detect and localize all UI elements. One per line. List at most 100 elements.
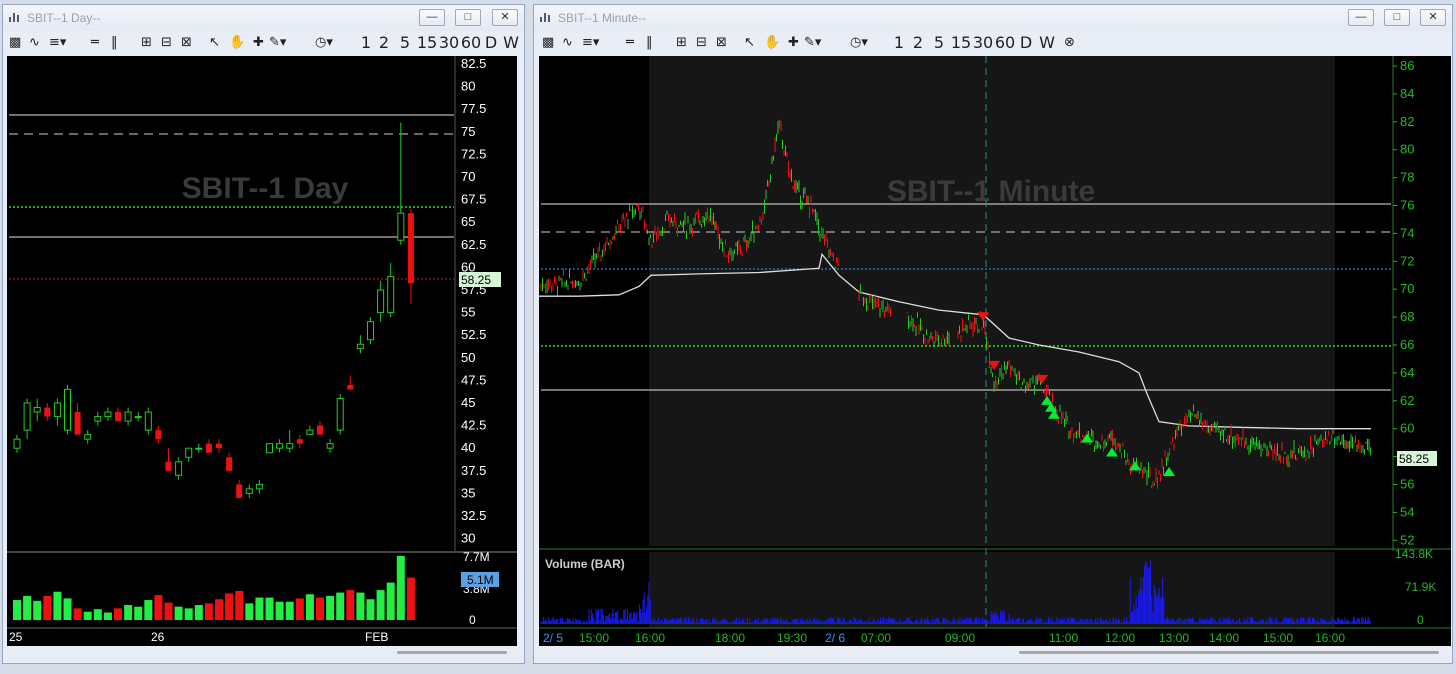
clock-icon[interactable]: ◷▾ <box>315 34 333 52</box>
period-60[interactable]: 60 <box>994 34 1016 52</box>
close-circle-icon[interactable]: ⊗ <box>1064 34 1075 52</box>
bar-chart-style-icon[interactable]: ▩ <box>542 34 554 52</box>
candle-body <box>134 416 142 419</box>
bar-chart-style-icon[interactable]: ▩ <box>9 34 21 52</box>
minute-price-chart[interactable]: SBIT--1 Minute 86 84 82 80 78 76 74 72 70 68 66 64 6… <box>539 56 1451 646</box>
period-1[interactable]: 1 <box>892 34 906 52</box>
pointer-icon[interactable]: ↖ <box>744 34 755 52</box>
volume-bar <box>144 600 153 620</box>
left-window-title: SBIT--1 Day-- <box>27 11 101 25</box>
indicator-icon[interactable]: ≡▾ <box>49 34 66 52</box>
period-15[interactable]: 15 <box>416 34 438 52</box>
close-icon[interactable]: ✕ <box>1420 9 1446 26</box>
left-axis-tick: 45 <box>461 395 475 410</box>
vertical-line-icon[interactable]: ‖ <box>111 34 118 52</box>
zoom-icon[interactable]: ⊠ <box>716 34 727 52</box>
volume-bar <box>103 612 112 620</box>
zoom-in-icon[interactable]: ⊞ <box>676 34 687 52</box>
pencil-icon[interactable]: ✎▾ <box>269 34 286 52</box>
candle-body <box>144 411 152 431</box>
candle-body <box>124 411 132 422</box>
left-axis-tick: 77.5 <box>461 101 486 116</box>
hand-icon[interactable]: ✋ <box>764 34 780 52</box>
period-w[interactable]: W <box>1038 34 1056 52</box>
pencil-icon[interactable]: ✎▾ <box>804 34 821 52</box>
volume-bar <box>295 598 304 620</box>
right-axis-tick: 54 <box>1400 504 1414 519</box>
period-5[interactable]: 5 <box>932 34 946 52</box>
left-axis-tick: 82.5 <box>461 56 486 71</box>
right-titlebar[interactable]: SBIT--1 Minute-- — □ ✕ <box>534 5 1452 31</box>
candle-body <box>236 484 243 498</box>
candle-body <box>53 402 61 418</box>
period-2[interactable]: 2 <box>911 34 925 52</box>
left-titlebar[interactable]: SBIT--1 Day-- — □ ✕ <box>3 5 524 31</box>
right-window-title: SBIT--1 Minute-- <box>558 11 647 25</box>
left-axis-tick: 67.5 <box>461 192 486 207</box>
time-label: 15:00 <box>579 631 609 645</box>
right-axis-tick: 52 <box>1400 532 1414 547</box>
right-axis-tick: 86 <box>1400 58 1414 73</box>
period-d[interactable]: D <box>1018 34 1034 52</box>
period-30[interactable]: 30 <box>972 34 994 52</box>
right-scroll-thumb[interactable] <box>1019 651 1439 654</box>
period-2[interactable]: 2 <box>377 34 391 52</box>
line-style-icon[interactable]: ∿ <box>29 34 40 52</box>
time-label: 12:00 <box>1105 631 1135 645</box>
candle-body <box>13 438 21 449</box>
time-label: 11:00 <box>1049 631 1078 645</box>
horizontal-line-icon[interactable]: ═ <box>91 34 99 52</box>
period-d[interactable]: D <box>483 34 499 52</box>
hand-icon[interactable]: ✋ <box>229 34 245 52</box>
period-w[interactable]: W <box>502 34 520 52</box>
candle-body <box>317 425 323 435</box>
candle-body <box>94 416 102 422</box>
horizontal-line-icon[interactable]: ═ <box>626 34 634 52</box>
volume-bar <box>376 590 385 620</box>
candle-body <box>407 213 414 284</box>
minimize-icon[interactable]: — <box>1348 9 1374 26</box>
candle-body <box>23 402 31 431</box>
maximize-icon[interactable]: □ <box>455 9 481 26</box>
zoom-in-icon[interactable]: ⊞ <box>141 34 152 52</box>
left-horizontal-scrollbar[interactable] <box>7 648 517 658</box>
left-last-price: 58.25 <box>461 273 491 287</box>
right-axis-tick: 60 <box>1400 421 1414 436</box>
left-scroll-thumb[interactable] <box>397 651 507 654</box>
daily-price-chart[interactable]: SBIT--1 Day 82.5 80 77.5 75 72.5 70 67.5 65 62.5… <box>7 56 517 646</box>
clock-icon[interactable]: ◷▾ <box>850 34 868 52</box>
zoom-out-icon[interactable]: ⊟ <box>161 34 172 52</box>
indicator-icon[interactable]: ≡▾ <box>582 34 599 52</box>
volume-bar <box>33 600 42 620</box>
crosshair-icon[interactable]: ✚ <box>253 34 264 52</box>
volume-bar <box>356 592 365 620</box>
minimize-icon[interactable]: — <box>419 9 445 26</box>
candle-body <box>306 429 314 436</box>
right-chart-window: SBIT--1 Minute-- — □ ✕ ▩ ∿ ≡▾ ═ ‖ ⊞ ⊟ ⊠ … <box>533 4 1453 664</box>
zoom-icon[interactable]: ⊠ <box>181 34 192 52</box>
right-axis-tick: 74 <box>1400 225 1414 240</box>
zoom-out-icon[interactable]: ⊟ <box>696 34 707 52</box>
time-label: 09:00 <box>945 631 975 645</box>
line-style-icon[interactable]: ∿ <box>562 34 573 52</box>
volume-bar <box>124 605 133 620</box>
volume-bar <box>93 609 102 620</box>
period-30[interactable]: 30 <box>438 34 460 52</box>
maximize-icon[interactable]: □ <box>1384 9 1410 26</box>
crosshair-icon[interactable]: ✚ <box>788 34 799 52</box>
candle-body <box>74 412 81 435</box>
candle-body <box>44 407 51 417</box>
left-axis-tick: 32.5 <box>461 508 486 523</box>
volume-bar <box>245 603 254 620</box>
period-1[interactable]: 1 <box>359 34 373 52</box>
period-15[interactable]: 15 <box>950 34 972 52</box>
period-5[interactable]: 5 <box>398 34 412 52</box>
close-icon[interactable]: ✕ <box>492 9 518 26</box>
volume-bar <box>316 597 324 620</box>
period-60[interactable]: 60 <box>460 34 482 52</box>
vertical-line-icon[interactable]: ‖ <box>646 34 653 52</box>
right-horizontal-scrollbar[interactable] <box>539 648 1451 658</box>
candle-body <box>155 430 162 440</box>
pointer-icon[interactable]: ↖ <box>209 34 220 52</box>
chart-icon <box>9 13 19 22</box>
